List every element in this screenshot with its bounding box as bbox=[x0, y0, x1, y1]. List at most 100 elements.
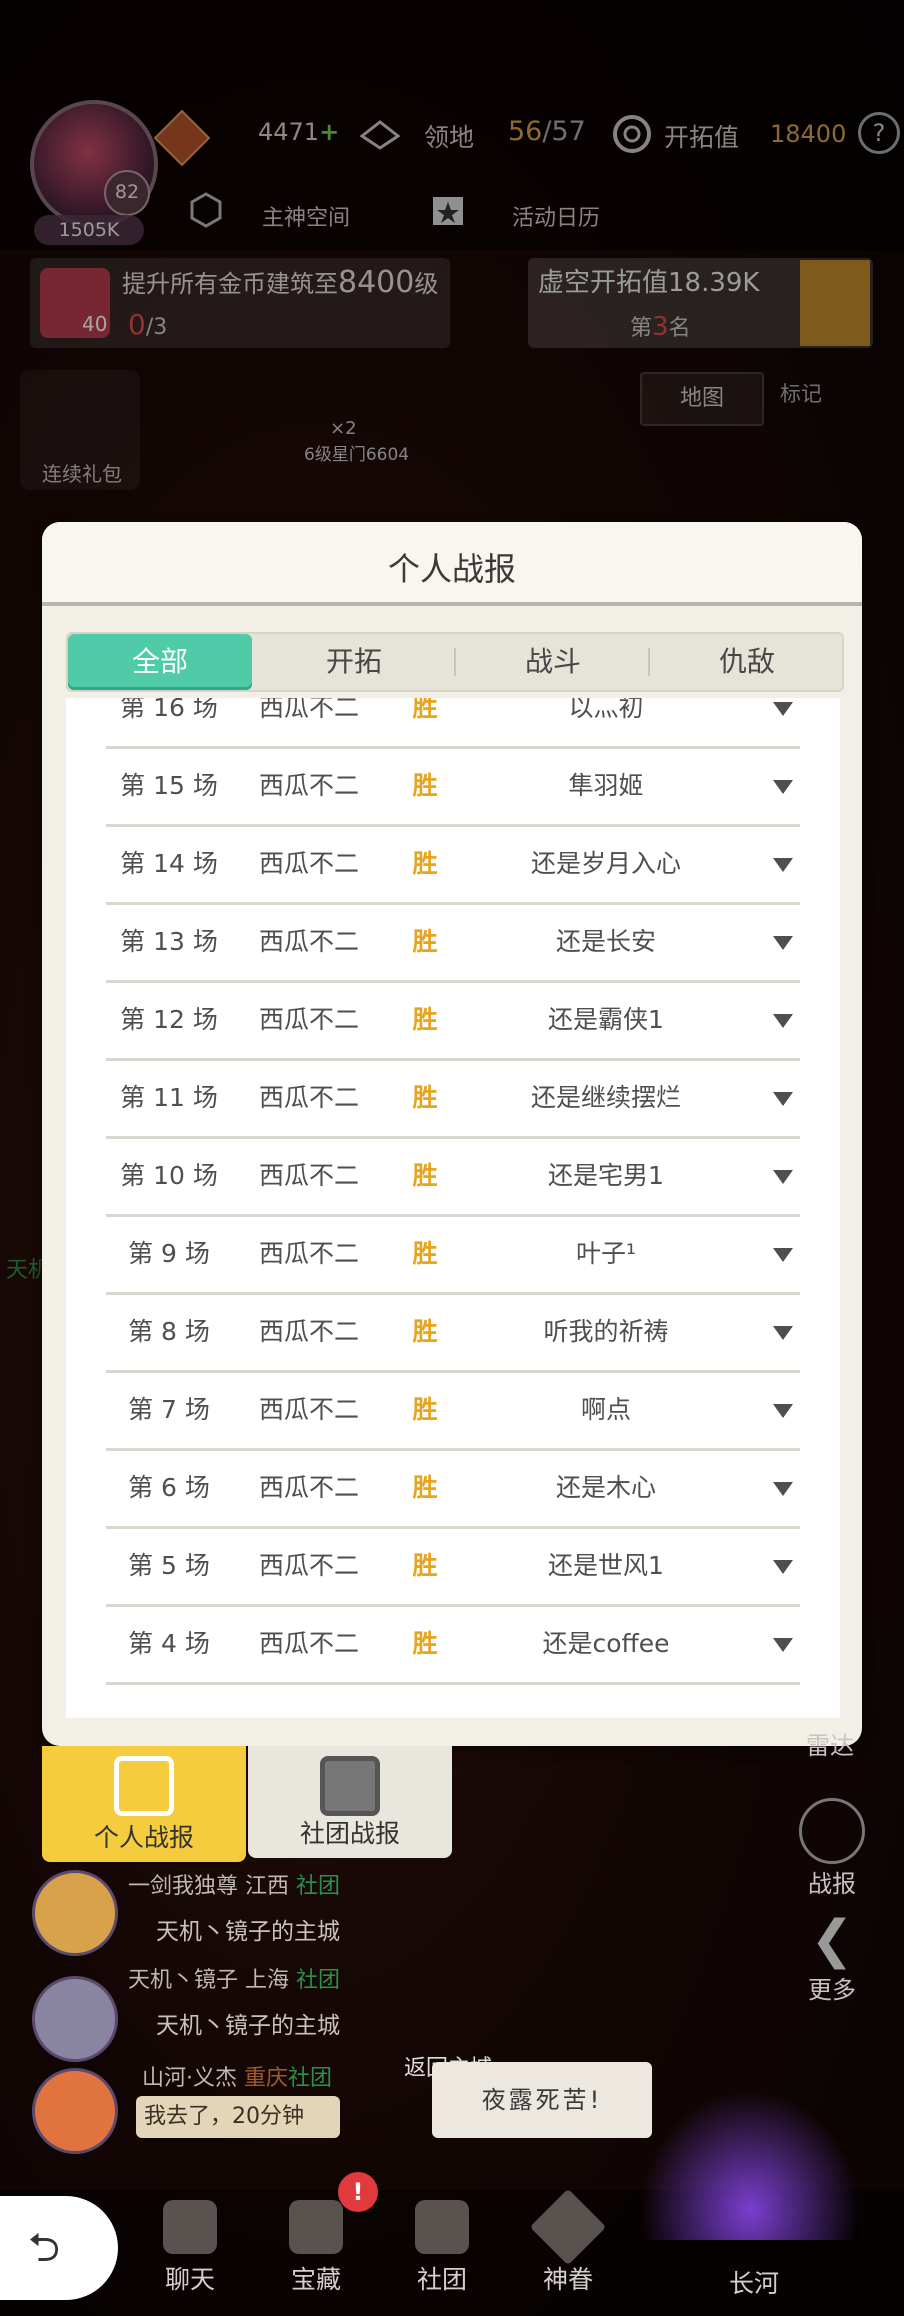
battle-opponent: 还是继续摆烂 bbox=[530, 1083, 681, 1112]
expand-arrow-icon[interactable] bbox=[768, 1138, 798, 1214]
battle-row[interactable]: 第 16 场 西瓜不二 胜 以灬初 bbox=[106, 698, 800, 749]
nav-chat[interactable]: 聊天 bbox=[130, 2200, 250, 2296]
battle-result: 胜 bbox=[412, 849, 438, 878]
battle-row[interactable]: 第 15 场 西瓜不二 胜 隼羽姬 bbox=[106, 748, 800, 827]
tab-pioneer[interactable]: 开拓 bbox=[262, 634, 446, 690]
battle-index: 第 6 场 bbox=[128, 1473, 210, 1502]
battle-report-label: 战报 bbox=[808, 1870, 856, 1898]
battle-player: 西瓜不二 bbox=[258, 1005, 359, 1034]
battle-result: 胜 bbox=[412, 771, 438, 800]
nav-blessing[interactable]: 神眷 bbox=[508, 2188, 628, 2296]
battle-index: 第 14 场 bbox=[120, 849, 218, 878]
battle-result: 胜 bbox=[412, 927, 438, 956]
expand-arrow-icon[interactable] bbox=[768, 698, 798, 746]
battle-index: 第 9 场 bbox=[128, 1239, 210, 1268]
battle-result: 胜 bbox=[412, 1161, 438, 1190]
expand-arrow-icon[interactable] bbox=[768, 982, 798, 1058]
battle-index: 第 5 场 bbox=[128, 1551, 210, 1580]
battle-result: 胜 bbox=[412, 1551, 438, 1580]
chat-icon bbox=[163, 2200, 217, 2254]
tab-divider bbox=[454, 648, 456, 676]
more-button[interactable]: ❮ 更多 bbox=[782, 1910, 882, 2005]
battle-opponent: 还是宅男1 bbox=[548, 1161, 664, 1190]
battle-row[interactable]: 第 9 场 西瓜不二 胜 叶子¹ bbox=[106, 1216, 800, 1295]
battle-result: 胜 bbox=[412, 1239, 438, 1268]
battle-player: 西瓜不二 bbox=[258, 698, 359, 722]
battle-row[interactable]: 第 7 场 西瓜不二 胜 啊点 bbox=[106, 1372, 800, 1451]
chat-avatar[interactable] bbox=[32, 1976, 118, 2062]
expand-arrow-icon[interactable] bbox=[768, 826, 798, 902]
tab-all[interactable]: 全部 bbox=[68, 634, 252, 690]
river-portal-graphic bbox=[640, 2090, 860, 2240]
battle-result: 胜 bbox=[412, 1005, 438, 1034]
speech-bubble: 夜露死苦! bbox=[432, 2062, 652, 2138]
battle-index: 第 15 场 bbox=[120, 771, 218, 800]
battle-report-button[interactable]: 战报 bbox=[782, 1798, 882, 1899]
personal-report-modal: 个人战报 全部 开拓 战斗 仇敌 第 16 场 西瓜不二 胜 以灬初 第 15 … bbox=[42, 522, 862, 1746]
battle-row[interactable]: 第 12 场 西瓜不二 胜 还是霸侠1 bbox=[106, 982, 800, 1061]
guild-report-tab[interactable]: 社团战报 bbox=[248, 1746, 452, 1858]
personal-report-tab[interactable]: 个人战报 bbox=[42, 1746, 246, 1862]
battle-row[interactable]: 第 5 场 西瓜不二 胜 还是世风1 bbox=[106, 1528, 800, 1607]
expand-arrow-icon[interactable] bbox=[768, 1372, 798, 1448]
nav-long-river[interactable]: 长河 bbox=[694, 2258, 814, 2300]
battle-opponent: 还是霸侠1 bbox=[548, 1005, 664, 1034]
tab-battle[interactable]: 战斗 bbox=[458, 634, 648, 690]
battle-index: 第 4 场 bbox=[128, 1629, 210, 1658]
expand-arrow-icon[interactable] bbox=[768, 1060, 798, 1136]
nav-long-river-label: 长河 bbox=[728, 2269, 779, 2298]
expand-arrow-icon[interactable] bbox=[768, 1216, 798, 1292]
expand-arrow-icon[interactable] bbox=[768, 748, 798, 824]
nav-guild-label: 社团 bbox=[416, 2265, 467, 2294]
battle-player: 西瓜不二 bbox=[258, 1473, 359, 1502]
chevron-left-icon: ❮ bbox=[810, 1910, 854, 1970]
battle-opponent: 叶子¹ bbox=[575, 1239, 637, 1268]
battle-row[interactable]: 第 14 场 西瓜不二 胜 还是岁月入心 bbox=[106, 826, 800, 905]
battle-row[interactable]: 第 4 场 西瓜不二 胜 还是coffee bbox=[106, 1606, 800, 1685]
battle-row[interactable]: 第 6 场 西瓜不二 胜 还是木心 bbox=[106, 1450, 800, 1529]
nav-guild[interactable]: 社团 bbox=[382, 2200, 502, 2296]
battle-player: 西瓜不二 bbox=[258, 1317, 359, 1346]
radar-label: 雷达 bbox=[806, 1732, 854, 1760]
expand-arrow-icon[interactable] bbox=[768, 1528, 798, 1604]
battle-row[interactable]: 第 13 场 西瓜不二 胜 还是长安 bbox=[106, 904, 800, 983]
battle-player: 西瓜不二 bbox=[258, 1083, 359, 1112]
back-arrow-icon: ⮌ bbox=[28, 2225, 61, 2271]
radar-button[interactable]: 雷达 bbox=[780, 1726, 880, 1761]
more-label: 更多 bbox=[808, 1976, 856, 2004]
expand-arrow-icon[interactable] bbox=[768, 904, 798, 980]
expand-arrow-icon[interactable] bbox=[768, 1606, 798, 1682]
chat-avatar[interactable] bbox=[32, 2068, 118, 2154]
battle-row[interactable]: 第 10 场 西瓜不二 胜 还是宅男1 bbox=[106, 1138, 800, 1217]
chat-sender: 一剑我独尊 江西 社团 bbox=[128, 1874, 341, 1899]
scroll-icon bbox=[320, 1756, 380, 1816]
battle-row[interactable]: 第 8 场 西瓜不二 胜 听我的祈祷 bbox=[106, 1294, 800, 1373]
guild-report-tab-label: 社团战报 bbox=[299, 1819, 400, 1848]
treasure-chest-icon bbox=[289, 2200, 343, 2254]
notification-badge: ! bbox=[338, 2172, 378, 2212]
battle-player: 西瓜不二 bbox=[258, 1395, 359, 1424]
personal-report-tab-label: 个人战报 bbox=[93, 1823, 194, 1852]
battle-index: 第 7 场 bbox=[128, 1395, 210, 1424]
battle-opponent: 还是世风1 bbox=[548, 1551, 664, 1580]
chat-avatar[interactable] bbox=[32, 1870, 118, 1956]
tab-enemy[interactable]: 仇敌 bbox=[652, 634, 842, 690]
battle-row[interactable]: 第 11 场 西瓜不二 胜 还是继续摆烂 bbox=[106, 1060, 800, 1139]
battle-player: 西瓜不二 bbox=[258, 1629, 359, 1658]
back-button[interactable]: ⮌ bbox=[0, 2196, 118, 2300]
battle-opponent: 听我的祈祷 bbox=[543, 1317, 669, 1346]
battle-report-list[interactable]: 第 16 场 西瓜不二 胜 以灬初 第 15 场 西瓜不二 胜 隼羽姬 第 14… bbox=[66, 698, 840, 1718]
nav-blessing-label: 神眷 bbox=[542, 2265, 593, 2294]
battle-opponent: 啊点 bbox=[580, 1395, 631, 1424]
battle-result: 胜 bbox=[412, 1629, 438, 1658]
battle-opponent: 还是coffee bbox=[542, 1629, 670, 1658]
tab-divider bbox=[648, 648, 650, 676]
nav-treasure[interactable]: 宝藏 bbox=[256, 2200, 376, 2296]
battle-player: 西瓜不二 bbox=[258, 771, 359, 800]
battle-result: 胜 bbox=[412, 1473, 438, 1502]
battle-index: 第 8 场 bbox=[128, 1317, 210, 1346]
battle-index: 第 13 场 bbox=[120, 927, 218, 956]
battle-player: 西瓜不二 bbox=[258, 1239, 359, 1268]
expand-arrow-icon[interactable] bbox=[768, 1450, 798, 1526]
expand-arrow-icon[interactable] bbox=[768, 1294, 798, 1370]
